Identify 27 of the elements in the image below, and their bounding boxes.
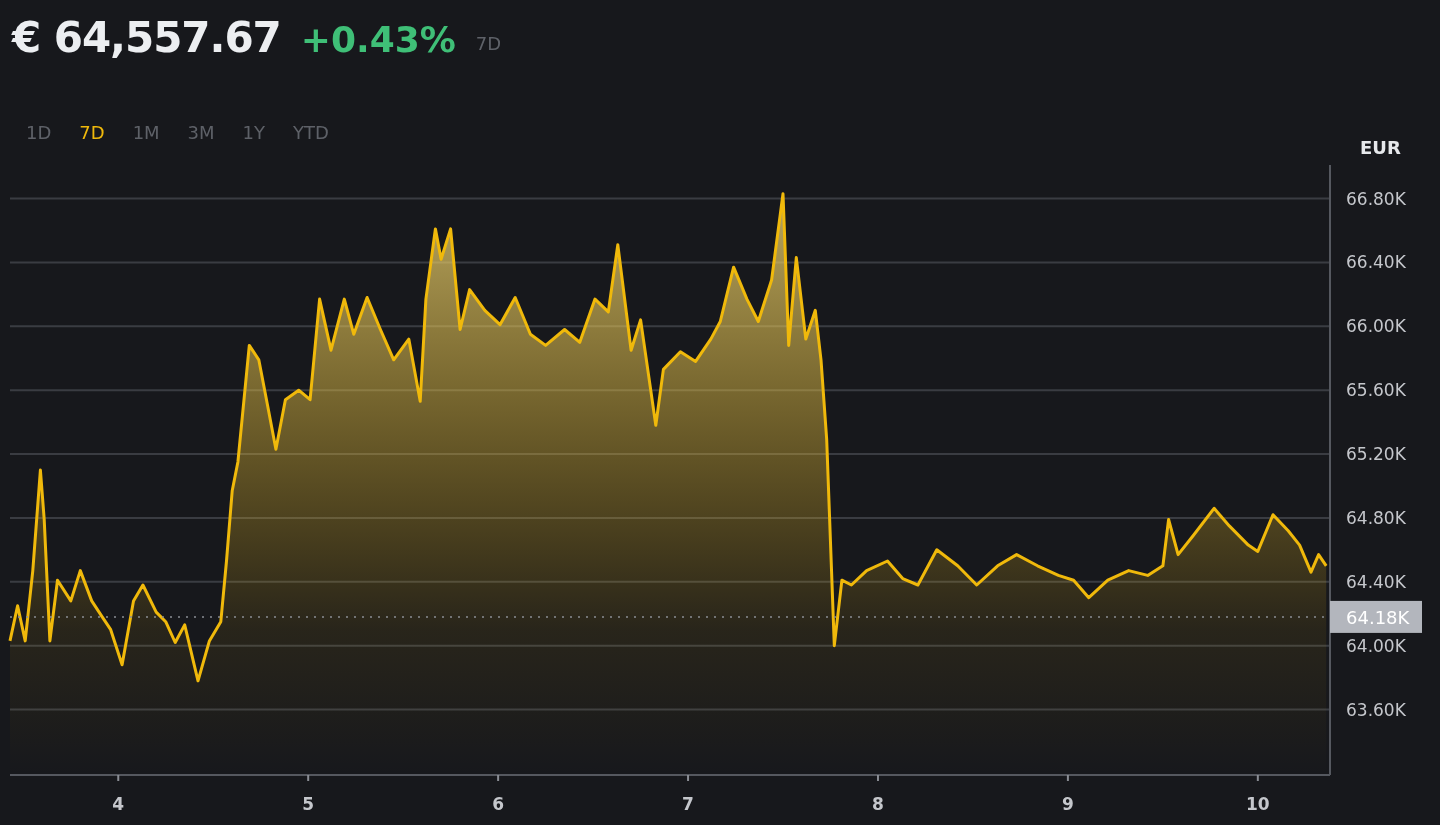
- x-axis-label: 5: [302, 794, 315, 814]
- y-axis-label: 66.40K: [1346, 252, 1406, 273]
- y-axis-label: 65.20K: [1346, 444, 1406, 465]
- y-axis-label: 64.00K: [1346, 635, 1406, 656]
- x-axis-label: 10: [1246, 794, 1270, 814]
- price-value: € 64,557.67: [12, 12, 281, 64]
- last-price-label: 64.18K: [1346, 606, 1410, 628]
- y-axis-label: 64.80K: [1346, 507, 1406, 528]
- y-axis-label: 65.60K: [1346, 380, 1406, 401]
- range-tab[interactable]: 3M: [187, 121, 215, 145]
- x-axis-label: 7: [682, 794, 694, 814]
- range-tab[interactable]: 1Y: [242, 121, 266, 145]
- price-change: +0.43%: [300, 18, 456, 62]
- range-tab[interactable]: YTD: [293, 121, 329, 145]
- x-axis-label: 4: [112, 794, 125, 814]
- y-axis-label: 66.80K: [1346, 188, 1406, 209]
- range-tab[interactable]: 7D: [79, 121, 105, 145]
- x-axis-label: 6: [492, 794, 505, 814]
- range-tab[interactable]: 1M: [132, 121, 160, 145]
- x-axis-label: 9: [1062, 794, 1074, 814]
- range-tab[interactable]: 1D: [26, 121, 52, 145]
- currency-label: EUR: [1360, 136, 1401, 160]
- y-axis-label: 64.40K: [1346, 571, 1406, 592]
- x-axis-label: 8: [872, 794, 884, 814]
- period-label: 7D: [475, 32, 502, 56]
- y-axis-label: 66.00K: [1346, 316, 1406, 337]
- y-axis-label: 63.60K: [1346, 699, 1406, 720]
